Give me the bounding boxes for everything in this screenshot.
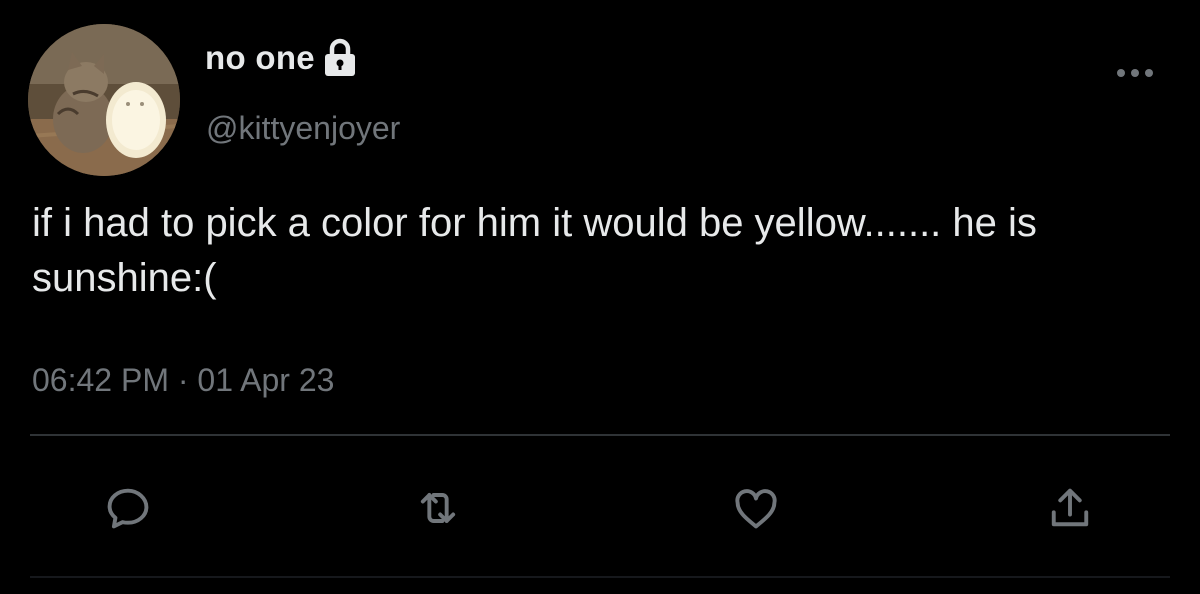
share-button[interactable] [1040, 478, 1100, 538]
display-name[interactable]: no one [205, 39, 315, 77]
like-button[interactable] [726, 478, 786, 538]
more-options-button[interactable] [1110, 58, 1160, 88]
ellipsis-icon [1117, 69, 1153, 77]
tweet-text: if i had to pick a color for him it woul… [32, 201, 1037, 300]
share-upload-icon [1051, 488, 1089, 527]
avatar[interactable] [28, 24, 180, 176]
divider [30, 434, 1170, 436]
tweet-time: 06:42 PM [32, 362, 169, 398]
tweet-date: 01 Apr 23 [197, 362, 335, 398]
lock-icon [323, 38, 357, 78]
meta-separator: · [177, 362, 189, 398]
author-name-row: no one [205, 38, 357, 78]
bottom-divider [30, 576, 1170, 578]
speech-bubble-icon [107, 488, 149, 529]
retweet-arrows-icon [420, 493, 456, 523]
retweet-button[interactable] [408, 478, 468, 538]
heart-icon [735, 489, 777, 529]
user-handle[interactable]: @kittyenjoyer [206, 110, 400, 147]
reply-button[interactable] [98, 478, 158, 538]
tweet-timestamp[interactable]: 06:42 PM · 01 Apr 23 [32, 362, 334, 399]
